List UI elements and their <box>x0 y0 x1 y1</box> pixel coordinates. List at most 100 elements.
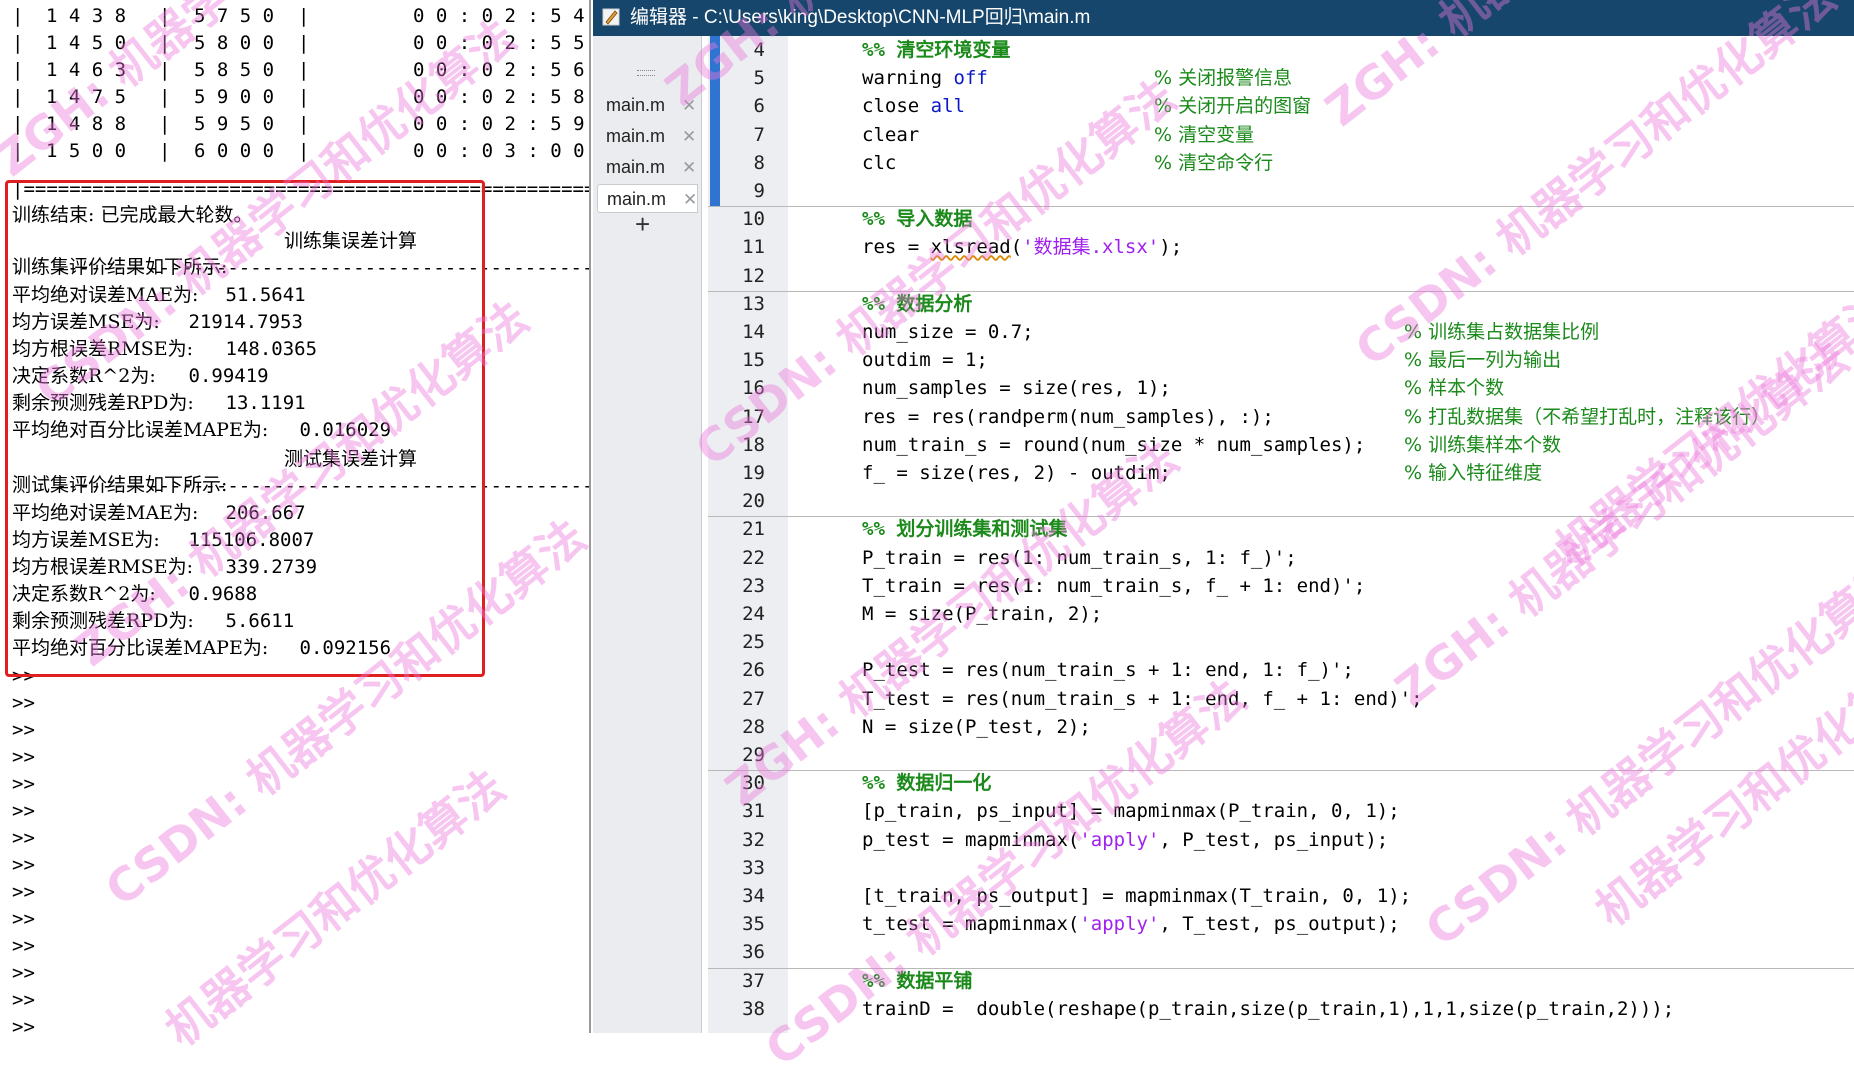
table-pipe: | <box>159 86 171 108</box>
code-line[interactable]: %% 清空环境变量 <box>862 36 1010 64</box>
command-prompt: >> <box>12 908 35 930</box>
table-cell: 1 4 3 8 <box>46 5 127 27</box>
section-title: %% 数据分析 <box>862 292 973 315</box>
code-line[interactable]: %% 划分训练集和测试集 <box>862 515 1067 543</box>
code-text: ); <box>1159 236 1183 259</box>
code-line[interactable]: warning off <box>862 64 988 92</box>
command-prompt: >> <box>12 1016 35 1033</box>
table-cell: 1 4 7 5 <box>46 86 127 108</box>
close-icon[interactable]: ✕ <box>682 153 696 182</box>
command-prompt: >> <box>12 800 35 822</box>
editor-window[interactable]: 编辑器 - C:\Users\king\Desktop\CNN-MLP回归\ma… <box>593 0 1854 1033</box>
code-line[interactable]: T_train = res(1: num_train_s, f_ + 1: en… <box>862 572 1365 600</box>
close-icon[interactable]: ✕ <box>682 122 696 151</box>
code-text: M = size(P_train, 2); <box>862 603 1103 625</box>
table-pipe: | <box>12 140 24 162</box>
code-line[interactable]: [t_train, ps_output] = mapminmax(T_train… <box>862 882 1411 910</box>
editor-title-bar[interactable]: 编辑器 - C:\Users\king\Desktop\CNN-MLP回归\ma… <box>593 0 1854 36</box>
code-comment: % 训练集占数据集比例 <box>1404 321 1600 343</box>
highlight-box <box>5 180 485 677</box>
code-text: t_test = mapminmax( <box>862 913 1080 936</box>
code-line[interactable]: P_test = res(num_train_s + 1: end, 1: f_… <box>862 656 1354 684</box>
table-cell: 1 4 2 5 <box>46 0 126 3</box>
code-comment: % 关闭报警信息 <box>1154 67 1293 90</box>
table-cell: 1 4 8 8 <box>46 113 127 135</box>
table-row: | 1 4 7 5 | 5 9 0 0 | 0 0 : 0 2 : 5 8 <box>0 84 589 111</box>
code-line[interactable]: f_ = size(res, 2) - outdim; <box>862 459 1171 487</box>
code-text: xlsread <box>930 236 1011 259</box>
code-line[interactable]: num_size = 0.7; <box>862 318 1034 346</box>
code-line[interactable]: p_test = mapminmax('apply', P_test, ps_i… <box>862 826 1388 854</box>
keyword: all <box>930 95 965 118</box>
keyword: off <box>953 67 988 90</box>
code-line[interactable]: M = size(P_train, 2); <box>862 600 1102 628</box>
line-number: 23 <box>742 574 765 597</box>
table-pipe: | <box>12 59 24 81</box>
code-line[interactable]: %% 数据分析 <box>862 290 972 318</box>
code-line[interactable]: clear <box>862 121 919 149</box>
table-pipe: | <box>298 140 310 162</box>
close-icon[interactable]: ✕ <box>683 185 697 214</box>
code-line[interactable]: [p_train, ps_input] = mapminmax(P_train,… <box>862 797 1400 825</box>
file-tab-strip[interactable]: main.m ✕ main.m ✕ main.m ✕ main.m ✕ + <box>593 36 702 1033</box>
line-number: 12 <box>742 264 765 287</box>
code-comment: % 输入特征维度 <box>1404 462 1543 484</box>
command-prompt: >> <box>12 692 35 714</box>
editor-title: 编辑器 - C:\Users\king\Desktop\CNN-MLP回归\ma… <box>630 7 1091 28</box>
code-line[interactable]: N = size(P_test, 2); <box>862 713 1091 741</box>
code-line[interactable]: res = xlsread('数据集.xlsx'); <box>862 233 1182 261</box>
code-line[interactable]: clc <box>862 149 896 177</box>
code-text: N = size(P_test, 2); <box>862 715 1091 738</box>
line-number: 25 <box>742 631 765 654</box>
table-pipe: | <box>159 32 171 54</box>
file-tab[interactable]: main.m ✕ <box>597 153 698 182</box>
code-text: close <box>862 95 931 118</box>
code-text: T_test = res(num_train_s + 1: end, f_ + … <box>862 687 1423 710</box>
code-line[interactable]: num_samples = size(res, 1); <box>862 374 1171 402</box>
code-text: trainD = double(reshape(p_train,size(p_t… <box>862 997 1675 1020</box>
command-prompt: >> <box>12 746 35 768</box>
file-tab[interactable]: main.m ✕ <box>597 91 698 120</box>
table-cell: 1 4 5 0 <box>46 32 127 54</box>
code-line[interactable]: %% 导入数据 <box>862 205 972 233</box>
line-number: 9 <box>753 180 765 202</box>
line-number: 7 <box>753 123 765 146</box>
code-line[interactable]: close all <box>862 92 965 120</box>
table-cell: 1 5 0 0 <box>46 140 127 162</box>
table-pipe: | <box>298 113 310 135</box>
line-number: 37 <box>742 969 765 992</box>
table-pipe: | <box>159 5 171 27</box>
close-icon[interactable]: ✕ <box>682 91 696 120</box>
code-line[interactable]: t_test = mapminmax('apply', T_test, ps_o… <box>862 910 1400 938</box>
line-number: 13 <box>742 292 765 315</box>
code-line[interactable]: T_test = res(num_train_s + 1: end, f_ + … <box>862 685 1423 713</box>
line-number: 6 <box>753 95 765 118</box>
line-number: 24 <box>742 603 765 625</box>
code-line[interactable]: trainD = double(reshape(p_train,size(p_t… <box>862 995 1674 1023</box>
command-prompt: >> <box>12 935 35 957</box>
code-line[interactable]: num_train_s = round(num_size * num_sampl… <box>862 431 1365 459</box>
table-pipe: | <box>298 59 310 81</box>
code-line[interactable]: %% 数据平铺 <box>862 967 972 995</box>
code-line[interactable]: %% 数据归一化 <box>862 769 991 797</box>
table-row: | 1 4 8 8 | 5 9 5 0 | 0 0 : 0 2 : 5 9 <box>0 111 589 138</box>
add-tab-button[interactable]: + <box>635 211 650 237</box>
table-pipe: | <box>298 5 310 27</box>
code-comment: % 清空命令行 <box>1154 151 1274 174</box>
command-window[interactable]: | 1 4 3 8 | 5 7 5 0 | 0 0 : 0 2 : 5 4 | 1 4 5 0… <box>0 0 591 1033</box>
line-number: 28 <box>742 715 765 738</box>
table-pipe: | <box>159 140 171 162</box>
table-cell: 5 9 0 0 <box>194 86 275 108</box>
code-line[interactable]: P_train = res(1: num_train_s, 1: f_)'; <box>862 544 1297 572</box>
line-number: 4 <box>753 39 765 61</box>
table-pipe: | <box>298 86 310 108</box>
line-number: 16 <box>742 377 765 400</box>
code-line[interactable]: res = res(randperm(num_samples), :); <box>862 403 1274 431</box>
code-line[interactable]: outdim = 1; <box>862 346 988 374</box>
code-comment: % 清空变量 <box>1154 123 1255 146</box>
table-pipe: | <box>159 113 171 135</box>
file-tab[interactable]: main.m ✕ <box>597 122 698 151</box>
table-row: 1 4 2 5 <box>0 0 589 3</box>
drag-grip-icon[interactable] <box>637 70 655 76</box>
line-number: 14 <box>742 321 765 343</box>
